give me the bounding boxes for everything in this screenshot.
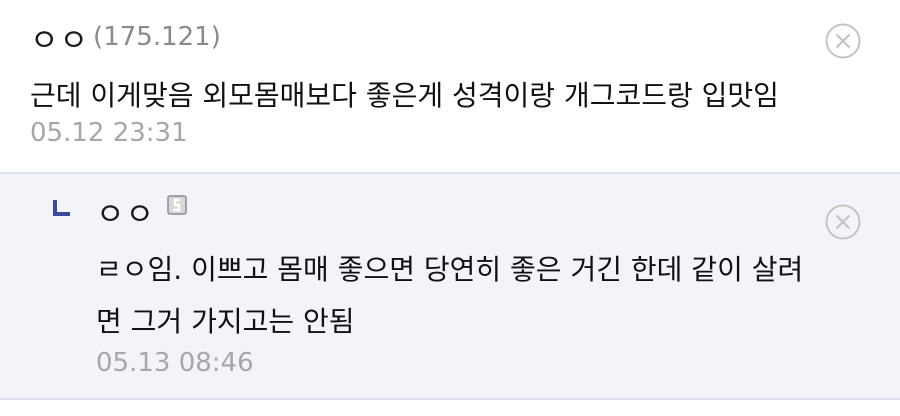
reply-body-line: ㄹㅇ임. 이쁘고 몸매 좋으면 당연히 좋은 거긴 한데 같이 살려: [96, 253, 804, 286]
comment-body: 근데 이게맞음 외모몸매보다 좋은게 성격이랑 개그코드랑 입맛임: [30, 79, 779, 112]
reply-item: ㅇㅇ ㄹㅇ임. 이쁘고 몸매 좋으면 당연히 좋은 거긴 한데 같이 살려 면 …: [0, 174, 900, 400]
delete-comment-button[interactable]: [824, 22, 862, 60]
circle-x-icon: [825, 204, 861, 240]
circle-x-icon: [825, 23, 861, 59]
reply-date: 05.13 08:46: [96, 348, 254, 378]
comment-item: ㅇㅇ (175.121) 근데 이게맞음 외모몸매보다 좋은게 성격이랑 개그코…: [0, 0, 900, 174]
comment-date: 05.12 23:31: [30, 118, 188, 148]
fixed-member-icon: [167, 195, 187, 215]
comment-author: ㅇㅇ (175.121): [30, 14, 221, 60]
list-bottom-area: [0, 402, 900, 416]
reply-nickname[interactable]: ㅇㅇ: [96, 189, 155, 234]
delete-reply-button[interactable]: [824, 203, 862, 241]
comment-nickname[interactable]: ㅇㅇ: [30, 15, 89, 60]
comment-ip: (175.121): [93, 22, 221, 52]
reply-author: ㅇㅇ: [96, 188, 187, 234]
reply-body-line: 면 그거 가지고는 안됨: [96, 305, 355, 338]
reply-arrow-icon: [53, 200, 70, 216]
